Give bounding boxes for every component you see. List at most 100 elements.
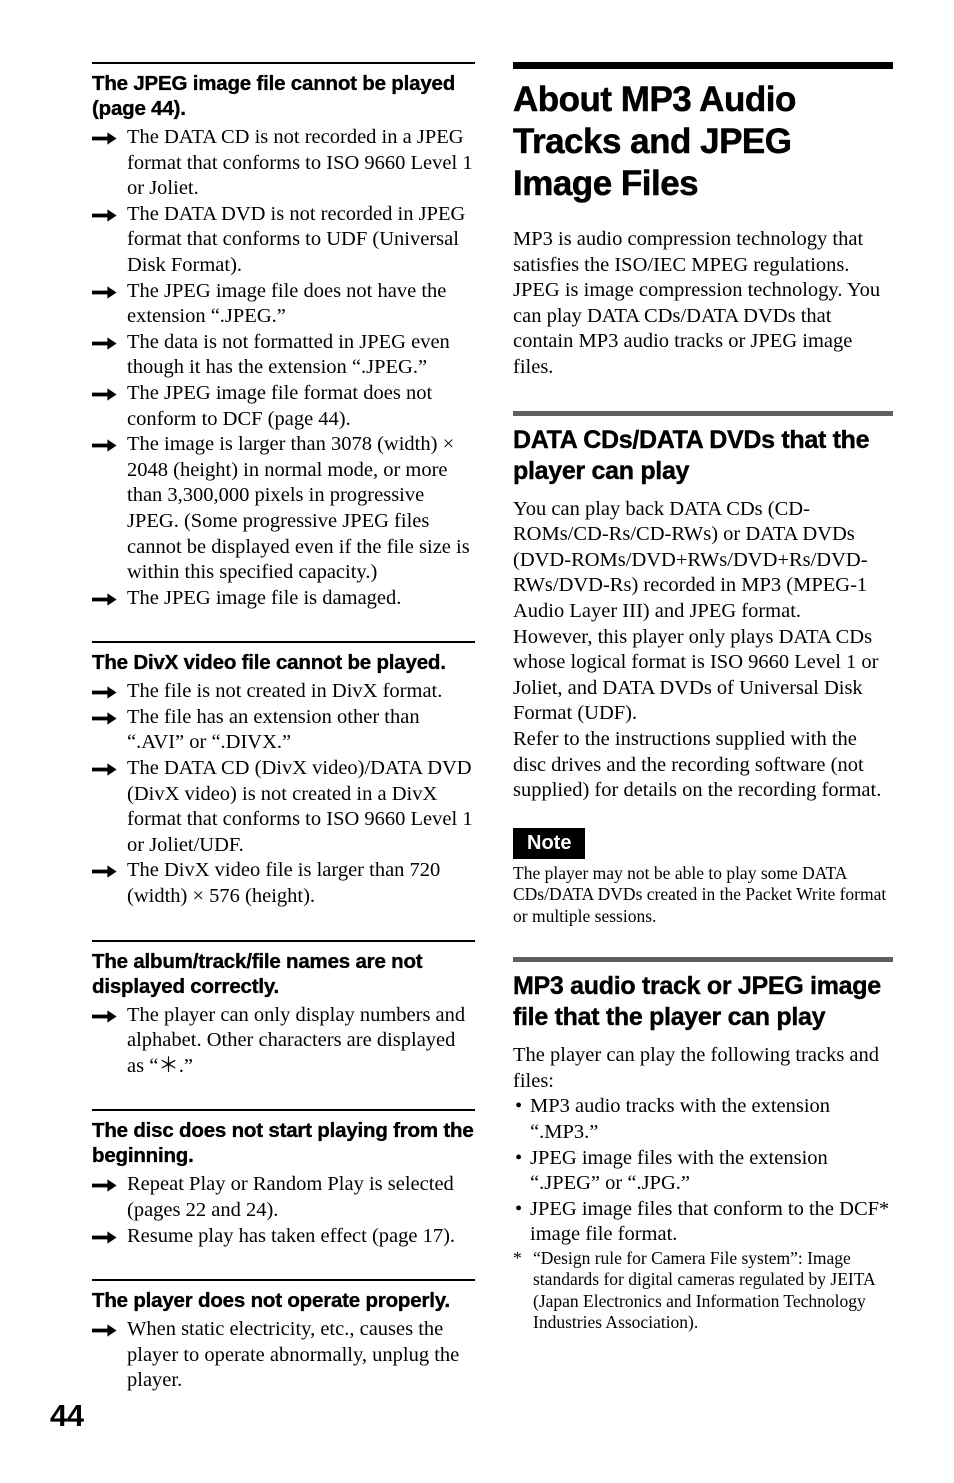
list-item: The JPEG image file does not have the ex… — [92, 279, 475, 330]
section-heading: DATA CDs/DATA DVDs that the player can p… — [513, 425, 870, 485]
section-divider — [92, 641, 475, 644]
section-heading: MP3 audio track or JPEG image file that … — [513, 972, 882, 1032]
section-divider — [513, 410, 893, 416]
list-item-text: The player can only display numbers and … — [127, 1003, 466, 1077]
list-item: The DivX video file is larger than 720 (… — [92, 858, 475, 909]
list-item: • JPEG image files that conform to the D… — [513, 1197, 893, 1248]
footnote: * “Design rule for Camera File system”: … — [513, 1248, 893, 1334]
bullet-icon: • — [515, 1146, 523, 1169]
list-item-text: The file has an extension other than “.A… — [127, 705, 420, 754]
right-arrow-icon — [92, 679, 119, 705]
list-item-text: Resume play has taken effect (page 17). — [127, 1224, 456, 1247]
list-item-text: The JPEG image file is damaged. — [127, 586, 402, 609]
intro-paragraph: MP3 is audio compression technology that… — [513, 228, 881, 378]
troubleshooting-list: Repeat Play or Random Play is selected (… — [92, 1172, 475, 1249]
list-item: • JPEG image files with the extension “.… — [513, 1146, 893, 1197]
note-block: Note The player may not be able to play … — [513, 827, 893, 928]
list-item-text: The JPEG image file format does not conf… — [127, 381, 433, 430]
right-arrow-icon — [92, 1172, 119, 1198]
section-jpeg-cannot-play: The JPEG image file cannot be played (pa… — [92, 62, 475, 611]
list-item: Repeat Play or Random Play is selected (… — [92, 1172, 475, 1223]
section-names-not-displayed: The album/track/file names are not displ… — [92, 939, 475, 1080]
note-badge: Note — [513, 827, 586, 859]
section-divider — [513, 957, 893, 963]
list-item: The DATA CD is not recorded in a JPEG fo… — [92, 125, 475, 202]
list-item-text: The data is not formatted in JPEG even t… — [127, 330, 450, 379]
list-item-text: The image is larger than 3078 (width) × … — [127, 433, 470, 584]
section-playable-files: MP3 audio track or JPEG image file that … — [513, 957, 893, 1334]
right-arrow-icon — [92, 705, 119, 731]
right-arrow-icon — [92, 330, 119, 356]
bullet-icon: • — [515, 1197, 523, 1220]
list-item: The JPEG image file is damaged. — [92, 586, 475, 612]
section-divx-cannot-play: The DivX video file cannot be played. Th… — [92, 641, 475, 909]
section-disc-not-from-beginning: The disc does not start playing from the… — [92, 1109, 475, 1249]
section-divider — [92, 1279, 475, 1282]
chapter-divider — [513, 62, 893, 69]
section-heading: The album/track/file names are not displ… — [92, 949, 423, 998]
list-item: The DATA DVD is not recorded in JPEG for… — [92, 202, 475, 279]
right-arrow-icon — [92, 586, 119, 612]
right-arrow-icon — [92, 432, 119, 458]
right-arrow-icon — [92, 1317, 119, 1343]
right-arrow-icon — [92, 756, 119, 782]
section-heading: The DivX video file cannot be played. — [92, 651, 446, 675]
list-item: Resume play has taken effect (page 17). — [92, 1224, 475, 1250]
paragraph: Refer to the instructions supplied with … — [513, 727, 882, 802]
list-item: The image is larger than 3078 (width) × … — [92, 432, 475, 586]
list-item-text: The DivX video file is larger than 720 (… — [127, 859, 441, 908]
right-arrow-icon — [92, 1224, 119, 1250]
right-arrow-icon — [92, 202, 119, 228]
section-divider — [92, 62, 475, 64]
right-arrow-icon — [92, 381, 119, 407]
list-item: • MP3 audio tracks with the extension “.… — [513, 1094, 893, 1145]
list-item: When static electricity, etc., causes th… — [92, 1317, 475, 1394]
page-number: 44 — [50, 1398, 84, 1433]
list-item-text: Repeat Play or Random Play is selected (… — [127, 1173, 454, 1221]
right-arrow-icon — [92, 279, 119, 305]
lead-paragraph: The player can play the following tracks… — [513, 1044, 880, 1092]
troubleshooting-list: The player can only display numbers and … — [92, 1003, 475, 1080]
list-item: The JPEG image file format does not conf… — [92, 381, 475, 432]
troubleshooting-list: The DATA CD is not recorded in a JPEG fo… — [92, 125, 475, 611]
paragraph: You can play back DATA CDs (CD-ROMs/CD-R… — [513, 497, 868, 622]
troubleshooting-list: The file is not created in DivX format. … — [92, 679, 475, 909]
list-item: The file is not created in DivX format. — [92, 679, 475, 705]
list-item-text: The file is not created in DivX format. — [127, 680, 443, 703]
manual-page: The JPEG image file cannot be played (pa… — [0, 0, 954, 1483]
playable-files-list: • MP3 audio tracks with the extension “.… — [513, 1094, 893, 1248]
list-item-text: The DATA CD is not recorded in a JPEG fo… — [127, 126, 473, 200]
troubleshooting-list: When static electricity, etc., causes th… — [92, 1317, 475, 1394]
footnote-text: “Design rule for Camera File system”: Im… — [533, 1247, 875, 1333]
section-divider — [92, 1109, 475, 1112]
list-item-text: When static electricity, etc., causes th… — [127, 1318, 460, 1392]
section-data-discs: DATA CDs/DATA DVDs that the player can p… — [513, 410, 893, 928]
list-item-text: JPEG image files with the extension “.JP… — [530, 1146, 828, 1195]
section-divider — [92, 939, 475, 942]
section-heading: The disc does not start playing from the… — [92, 1119, 474, 1168]
list-item: The data is not formatted in JPEG even t… — [92, 330, 475, 381]
list-item: The file has an extension other than “.A… — [92, 705, 475, 756]
list-item-text: JPEG image files that conform to the DCF… — [530, 1197, 890, 1246]
bullet-icon: • — [515, 1095, 523, 1118]
note-text: The player may not be able to play some … — [513, 862, 887, 926]
list-item-text: The DATA DVD is not recorded in JPEG for… — [127, 202, 466, 276]
right-arrow-icon — [92, 125, 119, 151]
section-heading: The player does not operate properly. — [92, 1289, 450, 1313]
list-item-text: The DATA CD (DivX video)/DATA DVD (DivX … — [127, 757, 473, 856]
section-player-not-operating: The player does not operate properly. Wh… — [92, 1279, 475, 1394]
right-column: About MP3 Audio Tracks and JPEG Image Fi… — [513, 62, 893, 1334]
list-item: The player can only display numbers and … — [92, 1003, 475, 1080]
list-item: The DATA CD (DivX video)/DATA DVD (DivX … — [92, 756, 475, 858]
section-heading: The JPEG image file cannot be played (pa… — [92, 72, 456, 120]
left-column: The JPEG image file cannot be played (pa… — [92, 62, 475, 1394]
footnote-marker: * — [513, 1247, 522, 1268]
list-item-text: MP3 audio tracks with the extension “.MP… — [530, 1095, 831, 1143]
